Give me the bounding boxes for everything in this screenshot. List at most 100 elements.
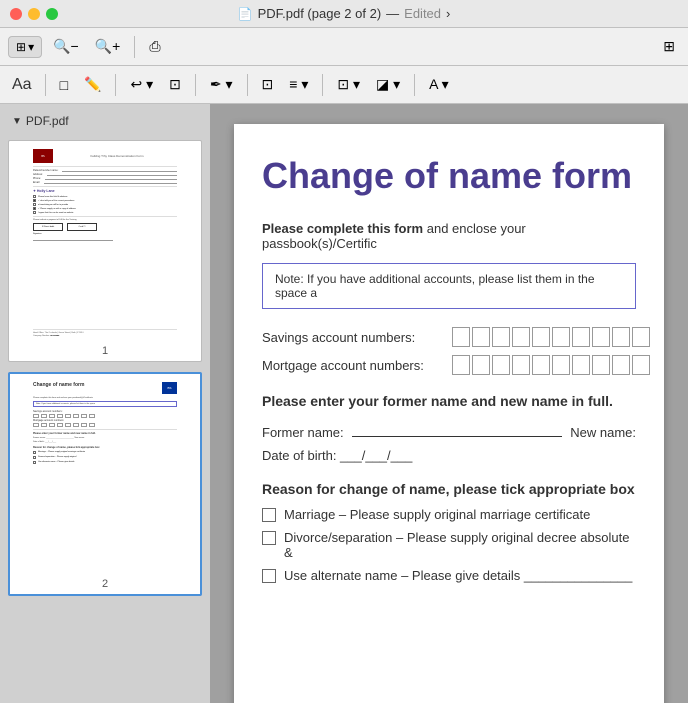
thumb2-reason-2: Divorce/separation – Please supply origi… <box>33 456 177 459</box>
thumb2-former-name: Former name: _________________________ N… <box>33 437 177 439</box>
thumb2-dob: Date of birth: ___/___/___ <box>33 441 177 443</box>
reason-option-1: Marriage – Please supply original marria… <box>262 507 636 522</box>
maximize-button[interactable] <box>46 8 58 20</box>
mortgage-cell-1[interactable] <box>452 355 470 375</box>
thumb1-instructions: Please indicate a payment of £40 for the… <box>33 219 177 221</box>
pencil-tool-button[interactable]: ✏️ <box>79 73 106 96</box>
mortgage-cell-6[interactable] <box>552 355 570 375</box>
intro-bold: Please complete this form <box>262 221 423 236</box>
lines-chevron: ▾ <box>301 76 308 92</box>
mortgage-cell-8[interactable] <box>592 355 610 375</box>
sign-chevron: ▾ <box>226 76 233 92</box>
mortgage-cells <box>452 355 650 375</box>
thumb1-payment: ✉ Direct debit Card ☐ <box>33 223 177 231</box>
mortgage-cell-7[interactable] <box>572 355 590 375</box>
sidebar-toggle-button[interactable]: ⊞ ▾ <box>8 36 42 58</box>
sidebar: ▼ PDF.pdf BS Felldng Trhy Class Demonstr… <box>0 104 210 703</box>
savings-cell-4[interactable] <box>512 327 530 347</box>
separator-6 <box>322 74 323 96</box>
checkbox-marriage[interactable] <box>262 508 276 522</box>
window-controls[interactable] <box>10 8 58 20</box>
border-icon: ⊡ <box>337 76 349 92</box>
color-tool-button[interactable]: ◪ ▾ <box>371 73 405 96</box>
text-tool-button[interactable]: Aa <box>8 74 36 96</box>
thumb2-reason-title: Reason for change of name, please tick a… <box>33 446 177 449</box>
zoom-out-button[interactable]: 🔍− <box>48 35 84 58</box>
thumb2-section-title: Please enter your former name and new na… <box>33 432 177 435</box>
savings-cell-3[interactable] <box>492 327 510 347</box>
insert-chevron: ▾ <box>146 76 153 92</box>
font-icon: A <box>429 76 438 92</box>
savings-cell-2[interactable] <box>472 327 490 347</box>
note-box: Note: If you have additional accounts, p… <box>262 263 636 309</box>
pdf-icon: 📄 <box>238 7 253 21</box>
page-layout-icon: ⊡ <box>262 76 274 92</box>
mortgage-cell-9[interactable] <box>612 355 630 375</box>
select-tool-button[interactable]: □ <box>55 74 73 96</box>
border-tool-button[interactable]: ⊡ ▾ <box>332 73 365 96</box>
share-button[interactable]: ⎙ <box>144 35 165 58</box>
separator-2 <box>45 74 46 96</box>
color-icon: ◪ <box>376 76 389 92</box>
savings-row: Savings account numbers: <box>262 327 636 347</box>
separator-7 <box>414 74 415 96</box>
page-thumbnail-2[interactable]: Change of name form BS Please complete t… <box>8 372 202 596</box>
page-number-2: 2 <box>102 578 108 590</box>
mortgage-cell-2[interactable] <box>472 355 490 375</box>
mortgage-row: Mortgage account numbers: <box>262 355 636 375</box>
font-tool-button[interactable]: A ▾ <box>424 73 454 96</box>
insert-tool-button[interactable]: ↩ ▾ <box>125 73 158 96</box>
checkbox-divorce[interactable] <box>262 531 276 545</box>
separator-4 <box>195 74 196 96</box>
former-name-line[interactable] <box>352 421 563 437</box>
reason-option-2: Divorce/separation – Please supply origi… <box>262 530 636 560</box>
lines-tool-button[interactable]: ≡ ▾ <box>284 73 313 96</box>
mortgage-cell-4[interactable] <box>512 355 530 375</box>
thumb1-logo-box: BS <box>33 149 53 163</box>
sidebar-collapse-icon[interactable]: ▼ <box>12 116 22 127</box>
savings-cell-1[interactable] <box>452 327 470 347</box>
document-title: Change of name form <box>262 154 636 197</box>
edited-label: Edited <box>404 6 441 21</box>
thumb1-divider <box>33 166 177 167</box>
mortgage-cell-5[interactable] <box>532 355 550 375</box>
mortgage-label: Mortgage account numbers: <box>262 358 442 373</box>
lines-icon: ≡ <box>289 76 297 92</box>
sign-tool-button[interactable]: ✒ ▾ <box>205 73 238 96</box>
toolbar-2: Aa □ ✏️ ↩ ▾ ⊡ ✒ ▾ ⊡ ≡ ▾ ⊡ ▾ ◪ ▾ A ▾ <box>0 66 688 104</box>
savings-cell-8[interactable] <box>592 327 610 347</box>
mortgage-cell-3[interactable] <box>492 355 510 375</box>
page-thumbnail-1[interactable]: BS Felldng Trhy Class Demonstration Form… <box>8 140 202 362</box>
thumb2-title-text: Change of name form <box>33 382 84 388</box>
separator-1 <box>134 36 135 58</box>
reason-1-text: Marriage – Please supply original marria… <box>284 507 590 522</box>
minimize-button[interactable] <box>28 8 40 20</box>
thumb1-signature: Signature <box>33 233 177 241</box>
savings-cell-7[interactable] <box>572 327 590 347</box>
checkbox-alternate[interactable] <box>262 569 276 583</box>
more-options-button[interactable]: ⊞ <box>658 35 680 58</box>
savings-cell-5[interactable] <box>532 327 550 347</box>
savings-cell-6[interactable] <box>552 327 570 347</box>
zoom-in-button[interactable]: 🔍+ <box>90 35 126 58</box>
thumb2-reason-3: Use alternate name – Please give details <box>33 461 177 464</box>
stamp-tool-button[interactable]: ⊡ <box>164 73 186 96</box>
sign-icon: ✒ <box>210 76 222 92</box>
zoom-out-icon: 🔍− <box>53 38 79 54</box>
sidebar-filename: PDF.pdf <box>26 114 69 128</box>
document-intro: Please complete this form and enclose yo… <box>262 221 636 251</box>
savings-cell-10[interactable] <box>632 327 650 347</box>
savings-cell-9[interactable] <box>612 327 630 347</box>
thumb1-content: BS Felldng Trhy Class Demonstration Form… <box>29 145 181 247</box>
mortgage-cell-10[interactable] <box>632 355 650 375</box>
page-layout-button[interactable]: ⊡ <box>257 73 279 96</box>
name-section-title: Please enter your former name and new na… <box>262 393 636 409</box>
thumb2-content: Change of name form BS Please complete t… <box>29 378 181 468</box>
document-page: Change of name form Please complete this… <box>234 124 664 703</box>
document-area[interactable]: Change of name form Please complete this… <box>210 104 688 703</box>
thumb1-row-4: Email: <box>33 181 177 184</box>
sidebar-icon: ⊞ <box>16 40 26 54</box>
savings-label: Savings account numbers: <box>262 330 442 345</box>
close-button[interactable] <box>10 8 22 20</box>
window-title: 📄 PDF.pdf (page 2 of 2) — Edited › <box>238 6 451 21</box>
